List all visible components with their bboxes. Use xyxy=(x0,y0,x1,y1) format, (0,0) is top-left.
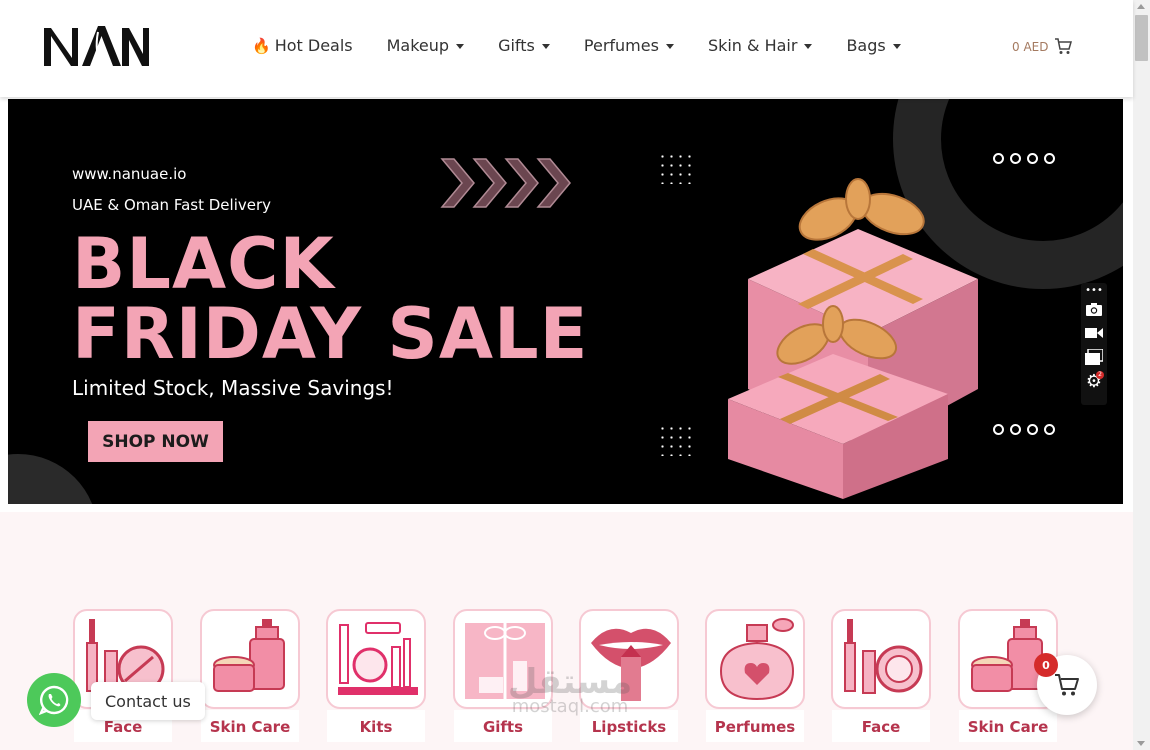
nav-bags-label: Bags xyxy=(846,36,886,55)
floating-cart-button[interactable]: 0 xyxy=(1034,653,1097,715)
nav-hot-deals-label: Hot Deals xyxy=(274,36,353,55)
media-toolbar: ••• ⚙ 2 xyxy=(1081,283,1107,405)
chevrons-icon xyxy=(440,158,571,208)
category-perfumes[interactable]: Perfumes xyxy=(705,609,805,742)
header-cart-link[interactable]: 0 AED xyxy=(1012,38,1073,55)
lipstick-icon xyxy=(591,628,671,701)
category-face[interactable]: Face xyxy=(831,609,931,742)
settings-icon[interactable]: ⚙ 2 xyxy=(1084,371,1104,392)
cart-icon xyxy=(1055,674,1079,696)
category-label: Skin Care xyxy=(201,710,299,742)
nav-gifts-label: Gifts xyxy=(498,36,535,55)
caret-down-icon xyxy=(456,44,465,49)
settings-badge: 2 xyxy=(1096,371,1104,379)
main-nav: 🔥 Hot Deals Makeup Gifts Perfumes Skin &… xyxy=(252,36,935,55)
cart-count-badge: 0 xyxy=(1034,653,1058,677)
category-label: Lipsticks xyxy=(580,710,678,742)
caret-down-icon xyxy=(665,44,674,49)
nav-skin-hair[interactable]: Skin & Hair xyxy=(708,36,813,55)
perfume-icon xyxy=(719,618,795,701)
banner-subheadline: Limited Stock, Massive Savings! xyxy=(72,376,394,400)
shop-now-button[interactable]: SHOP NOW xyxy=(88,421,223,462)
headline-line-1: BLACK xyxy=(72,223,335,305)
gift-boxes-image xyxy=(728,178,978,499)
scroll-down-arrow-icon[interactable] xyxy=(1137,741,1145,746)
banner-headline: BLACK FRIDAY SALE xyxy=(72,229,588,369)
nav-gifts[interactable]: Gifts xyxy=(498,36,550,55)
cart-total: 0 AED xyxy=(1012,39,1049,54)
nav-perfumes[interactable]: Perfumes xyxy=(584,36,674,55)
nav-makeup[interactable]: Makeup xyxy=(386,36,465,55)
scroll-up-arrow-icon[interactable] xyxy=(1137,4,1145,9)
skin-care-icon xyxy=(213,619,285,692)
caret-down-icon xyxy=(892,44,901,49)
banner-delivery: UAE & Oman Fast Delivery xyxy=(72,196,272,214)
nav-skin-hair-label: Skin & Hair xyxy=(707,36,798,55)
kits-icon xyxy=(338,622,418,695)
banner-url: www.nanuae.io xyxy=(72,165,187,183)
gifts-icon xyxy=(465,623,545,699)
flame-icon: 🔥 xyxy=(252,36,271,55)
dot-grid-pattern xyxy=(658,424,694,456)
face-makeup-icon xyxy=(844,619,923,694)
nav-perfumes-label: Perfumes xyxy=(583,36,659,55)
category-label: Kits xyxy=(327,710,425,742)
nav-hot-deals[interactable]: 🔥 Hot Deals xyxy=(252,36,353,55)
whatsapp-icon xyxy=(39,685,69,715)
whatsapp-button[interactable] xyxy=(27,673,81,727)
hero-banner[interactable]: www.nanuae.io UAE & Oman Fast Delivery B… xyxy=(8,99,1123,504)
nav-makeup-label: Makeup xyxy=(386,36,450,55)
cart-icon xyxy=(1055,38,1073,54)
scroll-thumb[interactable] xyxy=(1135,15,1148,61)
headline-line-2: FRIDAY SALE xyxy=(72,293,589,375)
camera-icon[interactable] xyxy=(1084,299,1104,319)
site-header: 🔥 Hot Deals Makeup Gifts Perfumes Skin &… xyxy=(0,0,1133,97)
nav-bags[interactable]: Bags xyxy=(846,36,901,55)
gallery-icon[interactable] xyxy=(1084,347,1104,367)
caret-down-icon xyxy=(541,44,550,49)
decorative-arc xyxy=(8,454,98,504)
category-label: Face xyxy=(832,710,930,742)
category-gifts[interactable]: Gifts xyxy=(453,609,553,742)
category-skin-care[interactable]: Skin Care xyxy=(200,609,300,742)
video-icon[interactable] xyxy=(1084,323,1104,343)
category-lipsticks[interactable]: Lipsticks xyxy=(579,609,679,742)
contact-us-label[interactable]: Contact us xyxy=(91,682,205,720)
caret-down-icon xyxy=(804,44,813,49)
category-label: Skin Care xyxy=(959,710,1057,742)
category-label: Perfumes xyxy=(706,710,804,742)
category-kits[interactable]: Kits xyxy=(326,609,426,742)
dot-grid-pattern xyxy=(658,152,694,184)
more-icon[interactable]: ••• xyxy=(1084,286,1104,296)
category-label: Gifts xyxy=(454,710,552,742)
page-scrollbar[interactable] xyxy=(1133,0,1150,750)
logo[interactable] xyxy=(42,22,152,70)
